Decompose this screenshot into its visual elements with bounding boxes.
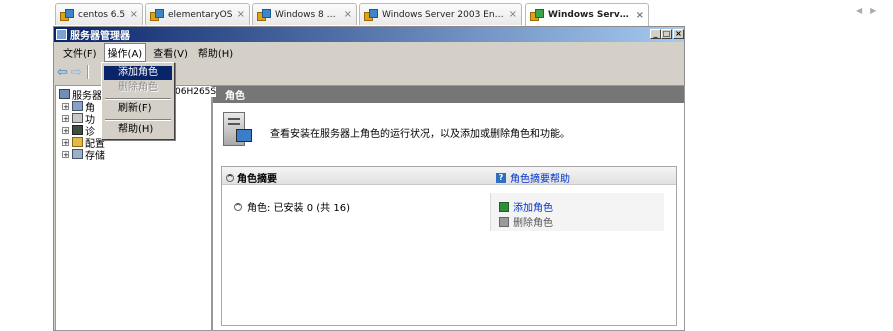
vm-tab-elementaryos[interactable]: elementaryOS × bbox=[145, 3, 250, 25]
vm-icon bbox=[364, 8, 378, 21]
tree-item-storage[interactable]: + 存储 bbox=[56, 148, 105, 162]
toolbar-divider bbox=[86, 65, 89, 79]
menu-item-add-roles[interactable]: 添加角色 bbox=[104, 66, 172, 80]
vm-tab-label: Windows Server ... bbox=[548, 10, 632, 20]
menu-divider bbox=[105, 98, 171, 100]
pane-header: 角色 bbox=[213, 86, 684, 103]
window-title: 服务器管理器 bbox=[70, 31, 130, 42]
storage-icon bbox=[72, 149, 83, 159]
menu-item-remove-roles[interactable]: 删除角色 bbox=[104, 81, 172, 95]
server-roles-icon bbox=[223, 112, 252, 146]
tab-scroll-nav: ◀ ▶ bbox=[856, 6, 886, 20]
close-icon[interactable]: × bbox=[509, 9, 517, 20]
roles-count-text: 角色: 已安装 0 (共 16) bbox=[247, 203, 350, 214]
vm-tab-windows8[interactable]: Windows 8 x64 × bbox=[252, 3, 357, 25]
forward-arrow-icon[interactable]: ⇨ bbox=[71, 66, 82, 79]
add-roles-label: 添加角色 bbox=[513, 203, 553, 214]
menu-file[interactable]: 文件(F) bbox=[60, 44, 100, 61]
vm-tab-label: Windows Server 2003 Enterpr... bbox=[382, 9, 505, 20]
roles-icon bbox=[72, 101, 83, 111]
roles-summary-panel: ^ 角色摘要 ? 角色摘要帮助 ^ 角色: 已安装 0 (共 16) 添加角色 bbox=[221, 166, 677, 326]
maximize-button[interactable]: □ bbox=[661, 29, 672, 39]
collapse-icon[interactable]: ^ bbox=[226, 173, 234, 182]
vm-tab-label: elementaryOS bbox=[168, 9, 233, 20]
back-arrow-icon[interactable]: ⇦ bbox=[57, 66, 68, 79]
help-link-label: 角色摘要帮助 bbox=[510, 174, 570, 185]
chevron-left-icon[interactable]: ◀ bbox=[856, 6, 862, 20]
tree-root-hostname: 06H265S bbox=[175, 87, 217, 97]
menu-divider bbox=[105, 119, 171, 121]
diagnostics-icon bbox=[72, 125, 83, 135]
minimize-button[interactable]: _ bbox=[650, 29, 661, 39]
roles-summary-help-link[interactable]: ? 角色摘要帮助 bbox=[496, 170, 570, 185]
title-bar[interactable]: 服务器管理器 _ □ × bbox=[54, 27, 684, 42]
remove-roles-label: 删除角色 bbox=[513, 218, 553, 229]
details-pane: 角色 查看安装在服务器上角色的运行状况，以及添加或删除角色和功能。 ^ 角色摘要… bbox=[212, 85, 685, 331]
add-roles-link[interactable]: 添加角色 bbox=[499, 199, 553, 214]
vm-icon bbox=[60, 8, 74, 21]
tree-item-label: 存储 bbox=[85, 150, 105, 162]
vm-tab-centos[interactable]: centos 6.5 × bbox=[55, 3, 143, 25]
intro-text: 查看安装在服务器上角色的运行状况，以及添加或删除角色和功能。 bbox=[270, 129, 570, 140]
collapse-icon[interactable]: ^ bbox=[234, 202, 242, 211]
menu-bar: 文件(F) 操作(A) 查看(V) 帮助(H) bbox=[54, 42, 684, 62]
vm-tab-strip: centos 6.5 × elementaryOS × Windows 8 x6… bbox=[0, 0, 893, 26]
vm-tab-windows-server-active[interactable]: Windows Server ... × bbox=[525, 3, 649, 26]
expand-icon[interactable]: + bbox=[62, 102, 69, 110]
menu-item-refresh[interactable]: 刷新(F) bbox=[104, 102, 172, 116]
menu-view[interactable]: 查看(V) bbox=[150, 44, 191, 61]
menu-item-help[interactable]: 帮助(H) bbox=[104, 123, 172, 137]
features-icon bbox=[72, 113, 83, 123]
close-button[interactable]: × bbox=[673, 29, 684, 39]
action-menu-dropdown: 添加角色 删除角色 刷新(F) 帮助(H) bbox=[101, 62, 175, 140]
vm-tab-label: Windows 8 x64 bbox=[275, 9, 340, 20]
vm-icon bbox=[530, 9, 544, 21]
close-icon[interactable]: × bbox=[130, 9, 138, 20]
close-icon[interactable]: × bbox=[237, 9, 245, 20]
vm-tab-windows-server-2003[interactable]: Windows Server 2003 Enterpr... × bbox=[359, 3, 522, 25]
intro-section: 查看安装在服务器上角色的运行状况，以及添加或删除角色和功能。 bbox=[213, 103, 684, 155]
roles-actions: 添加角色 删除角色 bbox=[490, 193, 664, 231]
close-icon[interactable]: × bbox=[344, 9, 352, 20]
roles-installed-count: ^ 角色: 已安装 0 (共 16) bbox=[234, 199, 350, 214]
remove-roles-link[interactable]: 删除角色 bbox=[499, 214, 553, 229]
tree-root[interactable]: 服务器 bbox=[56, 88, 102, 102]
vm-tab-label: centos 6.5 bbox=[78, 9, 126, 20]
expand-icon[interactable]: + bbox=[62, 138, 69, 146]
chevron-right-icon[interactable]: ▶ bbox=[870, 6, 876, 20]
expand-icon[interactable]: + bbox=[62, 114, 69, 122]
expand-icon[interactable]: + bbox=[62, 150, 69, 158]
expand-icon[interactable]: + bbox=[62, 126, 69, 134]
help-icon: ? bbox=[496, 172, 506, 183]
vm-icon bbox=[150, 8, 164, 21]
server-icon bbox=[59, 89, 70, 99]
add-roles-icon bbox=[499, 201, 509, 212]
vm-icon bbox=[257, 8, 271, 21]
configuration-icon bbox=[72, 137, 83, 147]
server-manager-icon bbox=[56, 29, 67, 40]
close-icon[interactable]: × bbox=[636, 10, 644, 21]
roles-summary-title-wrap[interactable]: ^ 角色摘要 bbox=[226, 170, 277, 185]
menu-action[interactable]: 操作(A) bbox=[103, 42, 147, 62]
menu-help[interactable]: 帮助(H) bbox=[195, 44, 236, 61]
roles-summary-title: 角色摘要 bbox=[237, 174, 277, 185]
remove-roles-icon bbox=[499, 216, 509, 227]
roles-summary-header: ^ 角色摘要 ? 角色摘要帮助 bbox=[222, 167, 676, 185]
